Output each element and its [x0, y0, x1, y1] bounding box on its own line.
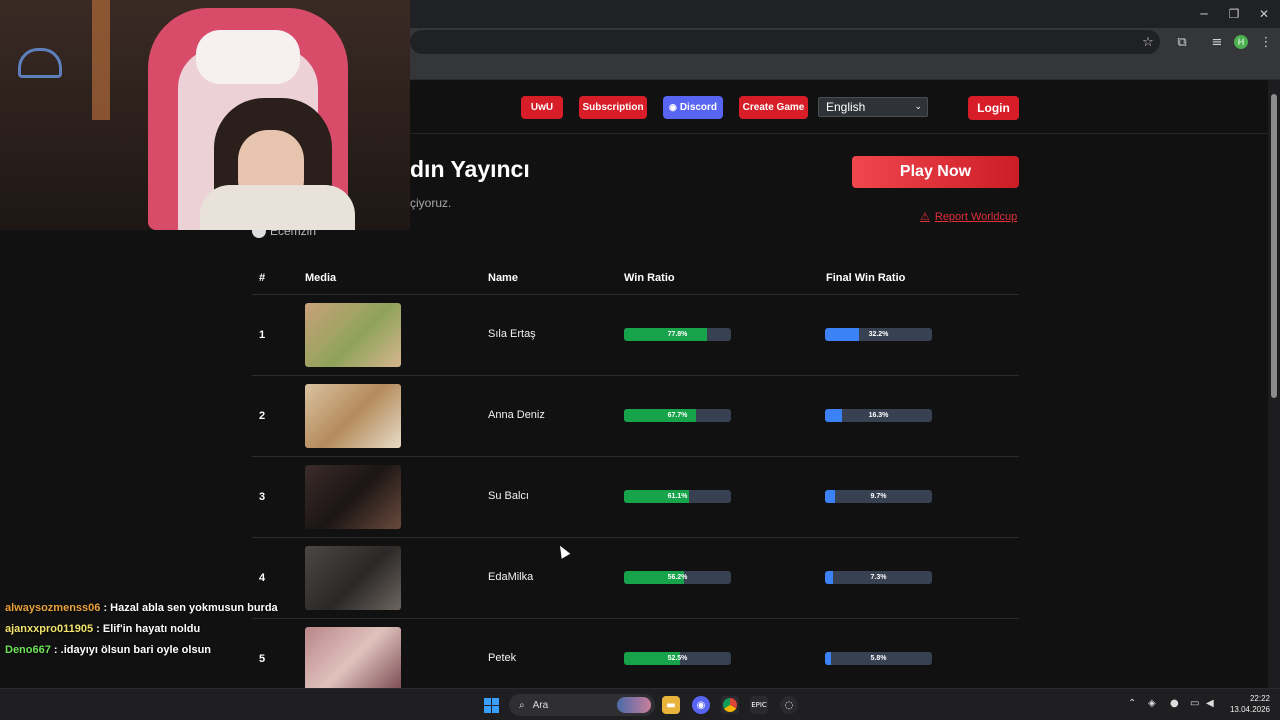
table-row: 3 Su Balcı 61.1% 9.7%: [252, 457, 1019, 538]
table-row: 1 Sıla Ertaş 77.8% 32.2%: [252, 295, 1019, 376]
system-clock[interactable]: 22:22 13.04.2026: [1222, 693, 1270, 715]
rank-cell: 3: [259, 491, 266, 503]
chat-username: Deno667: [5, 644, 51, 656]
header-rank: #: [259, 272, 266, 284]
chat-message: Deno667 : .idayıyı ölsun bari oyle olsun: [5, 644, 211, 656]
chat-username: alwaysozmenss06: [5, 602, 101, 614]
chat-text: : .idayıyı ölsun bari oyle olsun: [53, 644, 212, 656]
header-media: Media: [305, 272, 337, 284]
final-win-ratio-bar: 9.7%: [825, 490, 932, 503]
discord-button[interactable]: ◉ Discord: [663, 96, 723, 119]
create-game-button[interactable]: Create Game: [739, 96, 808, 119]
search-placeholder: Ara: [532, 699, 549, 711]
clock-time: 22:22: [1249, 694, 1270, 703]
media-thumbnail[interactable]: [305, 303, 401, 367]
rank-cell: 1: [259, 329, 266, 341]
name-cell: EdaMilka: [488, 571, 534, 583]
discord-icon: ◉: [668, 102, 677, 112]
final-win-ratio-bar: 5.8%: [825, 652, 932, 665]
header-win-ratio: Win Ratio: [624, 272, 675, 284]
media-thumbnail[interactable]: [305, 384, 401, 448]
rank-cell: 2: [259, 410, 266, 422]
bookmark-star-icon[interactable]: ☆: [1138, 32, 1158, 52]
win-ratio-bar: 52.5%: [624, 652, 731, 665]
chevron-down-icon: ⌄: [914, 101, 922, 111]
restore-icon[interactable]: ❐: [1218, 0, 1250, 28]
name-cell: Sıla Ertaş: [488, 328, 536, 340]
media-thumbnail[interactable]: [305, 546, 401, 610]
page-title: dın Yayıncı: [410, 156, 530, 182]
profile-avatar[interactable]: H: [1234, 35, 1248, 49]
media-control-icon[interactable]: ≡: [1207, 32, 1227, 52]
webcam-overlay: [0, 0, 410, 230]
discord-taskbar-icon[interactable]: ◉: [692, 696, 710, 714]
page-subtitle: çiyoruz.: [410, 196, 452, 210]
volume-icon[interactable]: ◀: [1206, 698, 1214, 709]
language-value: English: [826, 100, 866, 114]
webcam-decor: [92, 0, 110, 120]
final-win-ratio-bar: 7.3%: [825, 571, 932, 584]
rank-cell: 5: [259, 653, 266, 665]
chat-message: ajanxxpro011905 : Elif'in hayatı noldu: [5, 623, 200, 635]
table-row: 5 Petek 52.5% 5.8%: [252, 619, 1019, 688]
epic-games-icon[interactable]: EPIC: [750, 696, 768, 714]
rank-cell: 4: [259, 572, 266, 584]
table-header: # Media Name Win Ratio Final Win Ratio: [252, 264, 1019, 295]
webcam-neon-light: [18, 48, 62, 78]
name-cell: Anna Deniz: [488, 409, 545, 421]
subscription-button[interactable]: Subscription: [579, 96, 647, 119]
media-thumbnail[interactable]: [305, 465, 401, 529]
report-link[interactable]: ⚠ Report Worldcup: [920, 210, 1017, 223]
login-button[interactable]: Login: [968, 96, 1019, 120]
table-row: 2 Anna Deniz 67.7% 16.3%: [252, 376, 1019, 457]
chat-message: alwaysozmenss06 : Hazal abla sen yokmusu…: [5, 602, 278, 614]
windows-taskbar: ⌕ Ara ▬ ◉ EPIC ◌ ⌃ ◈ ● ▭ ◀ 22:22 13.04.2…: [0, 688, 1280, 720]
final-win-ratio-bar: 16.3%: [825, 409, 932, 422]
app-icon[interactable]: ◌: [780, 696, 798, 714]
win-ratio-bar: 56.2%: [624, 571, 731, 584]
play-now-button[interactable]: Play Now: [852, 156, 1019, 188]
clock-date: 13.04.2026: [1229, 705, 1270, 714]
search-icon: ⌕: [519, 699, 525, 711]
chat-text: : Hazal abla sen yokmusun burda: [103, 602, 278, 614]
chat-username: ajanxxpro011905: [5, 623, 94, 635]
close-icon[interactable]: ✕: [1248, 0, 1280, 28]
start-icon[interactable]: [484, 698, 499, 713]
menu-kebab-icon[interactable]: ⋮: [1256, 32, 1276, 52]
report-label: Report Worldcup: [934, 210, 1018, 223]
media-thumbnail[interactable]: [305, 627, 401, 688]
chevron-up-icon[interactable]: ⌃: [1128, 698, 1136, 709]
language-select[interactable]: English ⌄: [818, 97, 928, 117]
header-name: Name: [488, 272, 518, 284]
file-explorer-icon[interactable]: ▬: [662, 696, 680, 714]
win-ratio-bar: 67.7%: [624, 409, 731, 422]
final-win-ratio-bar: 32.2%: [825, 328, 932, 341]
uwu-button[interactable]: UwU: [521, 96, 563, 119]
chair-pillow: [196, 30, 300, 84]
taskbar-search[interactable]: ⌕ Ara: [509, 694, 655, 716]
discord-label: Discord: [679, 102, 718, 113]
name-cell: Su Balcı: [488, 490, 529, 502]
siren-icon: ⚠: [920, 210, 930, 223]
microphone-icon[interactable]: ●: [1170, 698, 1179, 709]
display-icon[interactable]: ▭: [1190, 698, 1199, 709]
address-bar[interactable]: [410, 30, 1160, 54]
network-icon[interactable]: ◈: [1148, 698, 1156, 709]
streamer-coat: [200, 185, 355, 230]
search-highlight-image: [617, 697, 651, 713]
header-final-win-ratio: Final Win Ratio: [826, 272, 906, 284]
win-ratio-bar: 77.8%: [624, 328, 731, 341]
minimize-icon[interactable]: ─: [1188, 0, 1220, 28]
name-cell: Petek: [488, 652, 517, 664]
table-row: 4 EdaMilka 56.2% 7.3%: [252, 538, 1019, 619]
chrome-icon[interactable]: [721, 696, 739, 714]
chat-text: : Elif'in hayatı noldu: [96, 623, 201, 635]
scrollbar-thumb[interactable]: [1271, 94, 1277, 398]
win-ratio-bar: 61.1%: [624, 490, 731, 503]
extensions-icon[interactable]: ⧉: [1172, 32, 1192, 52]
